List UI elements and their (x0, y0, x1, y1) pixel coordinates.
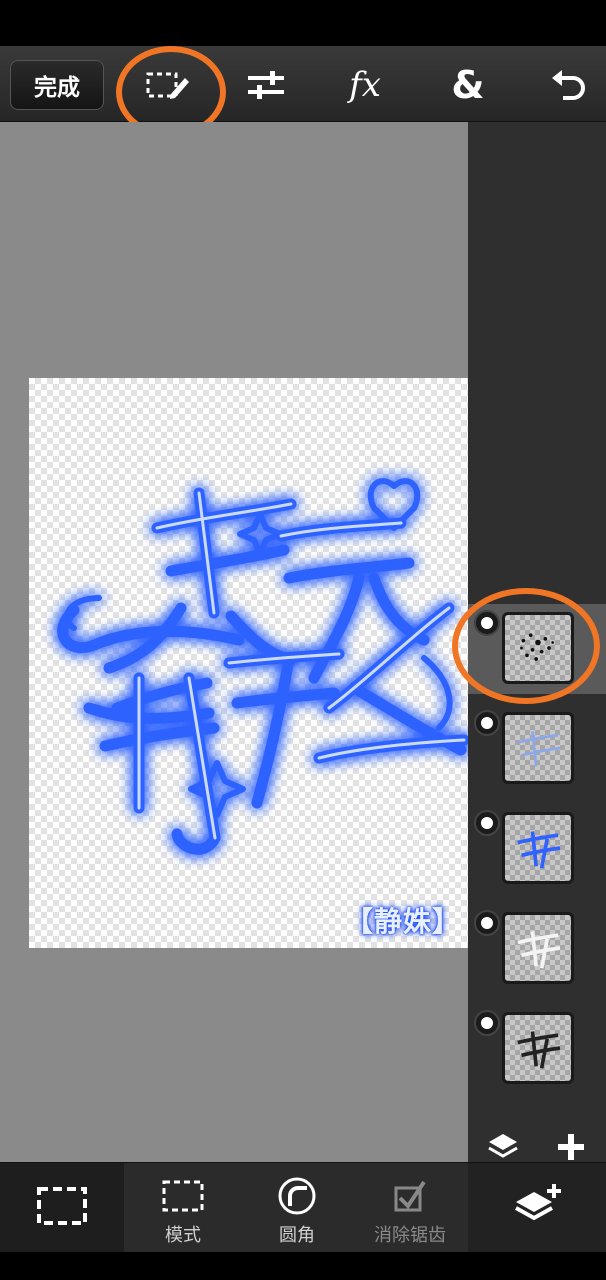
layer-visibility-toggle[interactable] (474, 1010, 500, 1036)
antialias-icon (390, 1173, 430, 1219)
marquee-tool-button[interactable] (0, 1163, 124, 1253)
layer-thumbnail (502, 812, 574, 884)
calligraphy-artwork (57, 478, 468, 855)
antialias-button[interactable]: 消除锯齿 (362, 1163, 458, 1253)
layer-item-2[interactable] (468, 704, 606, 794)
rounded-corner-button[interactable]: 圆角 (254, 1163, 340, 1253)
layer-visibility-toggle[interactable] (474, 810, 500, 836)
selection-edit-icon[interactable] (138, 58, 198, 112)
rounded-corner-label: 圆角 (279, 1225, 315, 1246)
layer-item-1[interactable] (468, 604, 606, 694)
layer-item-3[interactable] (468, 804, 606, 894)
add-layers-button[interactable] (468, 1163, 606, 1253)
layer-visibility-toggle[interactable] (474, 710, 500, 736)
layer-thumbnail (502, 1012, 574, 1084)
layers-panel (468, 122, 606, 1162)
layer-thumbnail (502, 712, 574, 784)
layer-item-4[interactable] (468, 904, 606, 994)
adjustments-icon[interactable] (236, 58, 296, 112)
undo-icon[interactable] (538, 58, 598, 112)
layer-thumbnail (502, 912, 574, 984)
done-button[interactable]: 完成 (10, 60, 104, 110)
status-bar (0, 0, 606, 46)
system-nav-strip (0, 1252, 606, 1280)
marquee-icon (36, 1183, 88, 1229)
signature-text: 【静姝】 (345, 905, 462, 938)
antialias-label: 消除锯齿 (374, 1225, 446, 1246)
fx-icon[interactable]: fx (335, 58, 395, 112)
add-layers-icon (512, 1183, 562, 1229)
mode-icon (162, 1173, 204, 1219)
mode-label: 模式 (165, 1225, 201, 1246)
blend-icon[interactable]: & (438, 58, 498, 112)
layer-thumbnail (502, 612, 574, 684)
document-canvas[interactable]: 【静姝】 (29, 378, 468, 948)
canvas-area[interactable]: 【静姝】 (0, 122, 468, 1162)
layer-item-5[interactable] (468, 1004, 606, 1094)
bottom-toolbar: 模式 圆角 消除锯齿 (0, 1162, 606, 1253)
layer-visibility-toggle[interactable] (474, 910, 500, 936)
top-toolbar: 完成 fx & (0, 46, 606, 122)
mode-button[interactable]: 模式 (140, 1163, 226, 1253)
rounded-corner-icon (277, 1173, 317, 1219)
layer-visibility-toggle[interactable] (474, 610, 500, 636)
